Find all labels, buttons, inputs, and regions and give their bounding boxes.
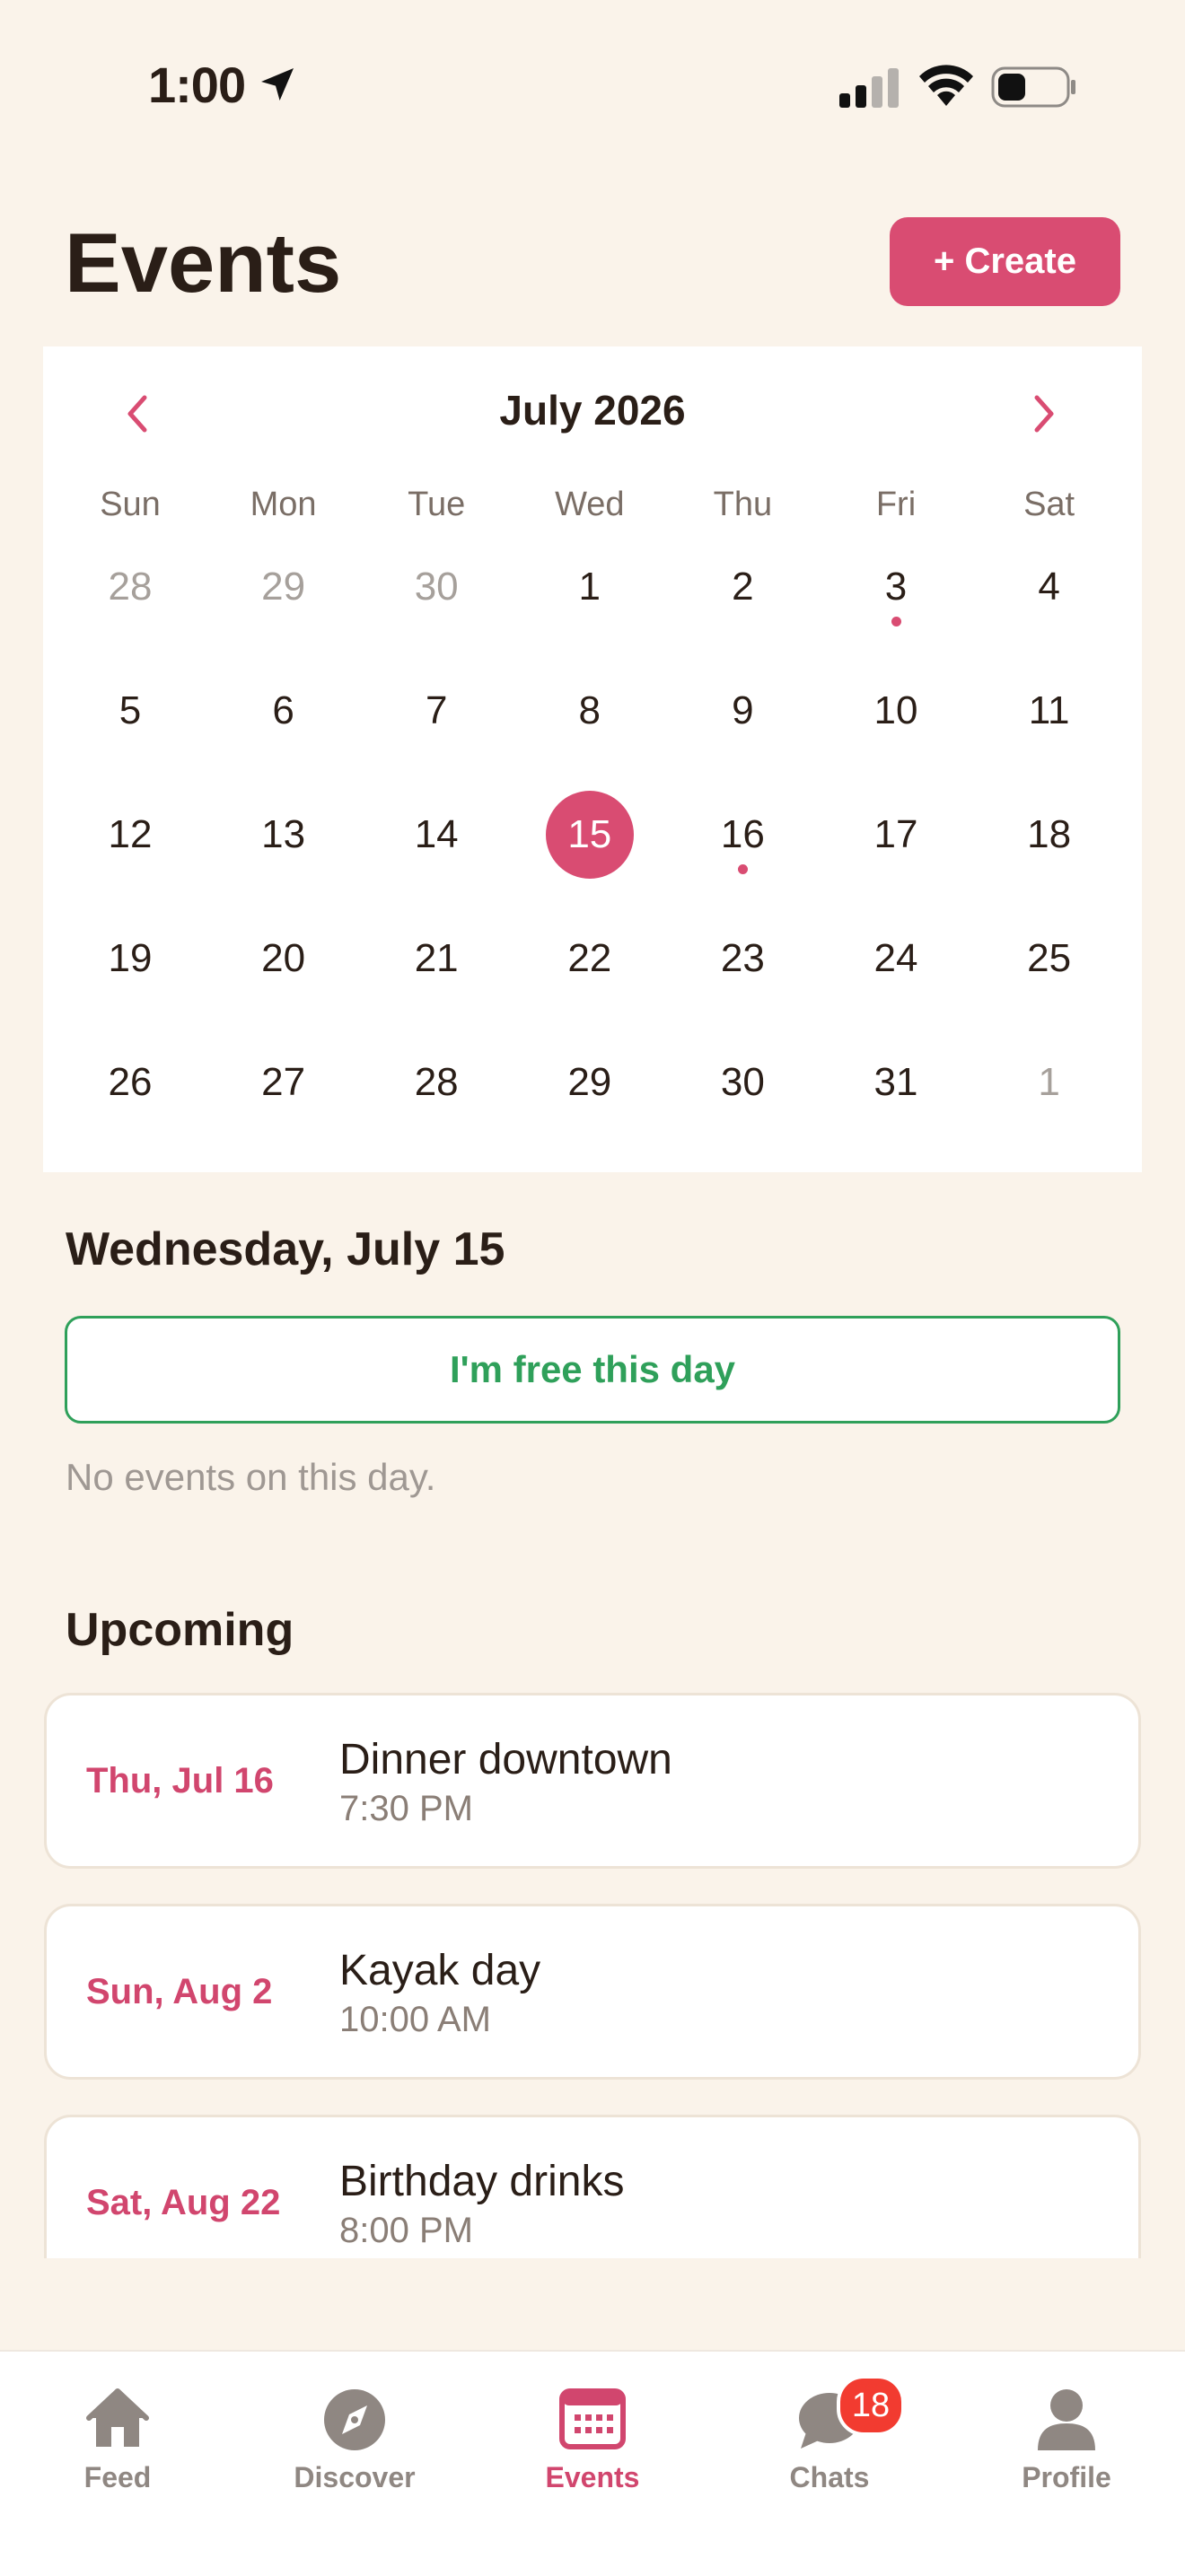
- calendar-day[interactable]: 12: [81, 785, 180, 884]
- calendar-day[interactable]: 13: [234, 785, 333, 884]
- selected-day-heading: Wednesday, July 15: [66, 1223, 505, 1275]
- calendar-day[interactable]: 11: [1000, 662, 1099, 760]
- tab-events[interactable]: Events: [494, 2371, 691, 2506]
- wifi-icon: [919, 65, 973, 106]
- weekday-label: Wed: [555, 486, 625, 523]
- calendar-day[interactable]: 6: [234, 662, 333, 760]
- weekday-label: Thu: [713, 486, 773, 523]
- event-title: Kayak day: [339, 1947, 541, 1994]
- event-indicator-dot: [891, 617, 901, 626]
- calendar-day[interactable]: 7: [387, 662, 486, 760]
- event-time: 7:30 PM: [339, 1789, 473, 1828]
- tab-label: Chats: [789, 2461, 870, 2493]
- tab-discover[interactable]: Discover: [256, 2371, 453, 2506]
- calendar-day[interactable]: 19: [81, 909, 180, 1008]
- weekday-label: Sun: [100, 486, 161, 523]
- event-title: Dinner downtown: [339, 1736, 672, 1783]
- event-card[interactable]: Sat, Aug 22 Birthday drinks 8:00 PM: [44, 2115, 1141, 2258]
- calendar-day[interactable]: 31: [847, 1033, 945, 1132]
- calendar-day[interactable]: 4: [1000, 538, 1099, 636]
- event-card[interactable]: Sun, Aug 2 Kayak day 10:00 AM: [44, 1904, 1141, 2080]
- calendar-day[interactable]: 22: [540, 909, 639, 1008]
- upcoming-heading: Upcoming: [66, 1604, 294, 1656]
- calendar-day[interactable]: 5: [81, 662, 180, 760]
- event-time: 10:00 AM: [339, 2000, 492, 2039]
- event-title: Birthday drinks: [339, 2158, 625, 2205]
- unread-badge: 18: [837, 2375, 905, 2436]
- weekday-label: Mon: [250, 486, 317, 523]
- location-arrow-icon: [261, 68, 294, 101]
- weekday-label: Fri: [875, 486, 917, 523]
- calendar-day[interactable]: 20: [234, 909, 333, 1008]
- calendar-day[interactable]: 29: [234, 538, 333, 636]
- calendar-day-selected[interactable]: 15: [545, 791, 634, 879]
- status-bar: 1:00: [0, 0, 1185, 171]
- compass-icon: [324, 2389, 385, 2450]
- tab-feed[interactable]: Feed: [19, 2371, 216, 2506]
- tab-chats[interactable]: 18 Chats: [731, 2371, 928, 2506]
- calendar-day[interactable]: 28: [387, 1033, 486, 1132]
- event-time: 8:00 PM: [339, 2211, 473, 2250]
- calendar-day[interactable]: 29: [540, 1033, 639, 1132]
- free-this-day-button[interactable]: I'm free this day: [65, 1316, 1120, 1424]
- event-date: Sun, Aug 2: [86, 1972, 273, 2011]
- calendar-day[interactable]: 28: [81, 538, 180, 636]
- calendar-day[interactable]: 1: [1000, 1033, 1099, 1132]
- calendar-day[interactable]: 24: [847, 909, 945, 1008]
- event-date: Sat, Aug 22: [86, 2183, 281, 2222]
- calendar-day[interactable]: 8: [540, 662, 639, 760]
- person-icon: [1038, 2389, 1095, 2450]
- event-date: Thu, Jul 16: [86, 1761, 274, 1801]
- event-card[interactable]: Thu, Jul 16 Dinner downtown 7:30 PM: [44, 1693, 1141, 1869]
- weekday-label: Tue: [408, 486, 466, 523]
- calendar-month-label: July 2026: [499, 387, 686, 434]
- calendar-day[interactable]: 30: [387, 538, 486, 636]
- battery-icon: [991, 66, 1075, 108]
- page-title: Events: [65, 215, 342, 310]
- no-events-text: No events on this day.: [66, 1456, 436, 1498]
- tab-profile[interactable]: Profile: [968, 2371, 1165, 2506]
- calendar-day[interactable]: 10: [847, 662, 945, 760]
- calendar-day[interactable]: 9: [693, 662, 792, 760]
- calendar-day[interactable]: 26: [81, 1033, 180, 1132]
- cellular-signal-icon: [839, 68, 899, 108]
- calendar-day[interactable]: 30: [693, 1033, 792, 1132]
- calendar-day[interactable]: 25: [1000, 909, 1099, 1008]
- tab-label: Events: [545, 2461, 640, 2493]
- calendar-day[interactable]: 23: [693, 909, 792, 1008]
- status-time: 1:00: [148, 57, 246, 113]
- create-event-button[interactable]: + Create: [890, 217, 1120, 306]
- calendar-icon: [559, 2388, 626, 2449]
- calendar-day[interactable]: 14: [387, 785, 486, 884]
- next-month-button[interactable]: [1013, 382, 1075, 445]
- month-calendar: July 2026 Sun Mon Tue Wed Thu Fri Sat 28 29 30 1 2…: [43, 346, 1142, 1172]
- tab-label: Profile: [1022, 2461, 1111, 2493]
- bottom-tab-bar: Feed Discover Events 18 Chats Profile: [0, 2350, 1185, 2576]
- calendar-day[interactable]: 17: [847, 785, 945, 884]
- calendar-day[interactable]: 27: [234, 1033, 333, 1132]
- chevron-right-icon: [1034, 395, 1054, 433]
- weekday-label: Sat: [1023, 486, 1075, 523]
- calendar-day[interactable]: 18: [1000, 785, 1099, 884]
- calendar-day[interactable]: 2: [693, 538, 792, 636]
- calendar-day[interactable]: 21: [387, 909, 486, 1008]
- tab-label: Discover: [294, 2461, 416, 2493]
- weekday-header-row: Sun Mon Tue Wed Thu Fri Sat: [43, 486, 1142, 539]
- upcoming-events-list: Thu, Jul 16 Dinner downtown 7:30 PM Sun,…: [0, 1687, 1185, 2258]
- calendar-day[interactable]: 1: [540, 538, 639, 636]
- tab-label: Feed: [83, 2461, 152, 2493]
- home-icon: [86, 2388, 149, 2447]
